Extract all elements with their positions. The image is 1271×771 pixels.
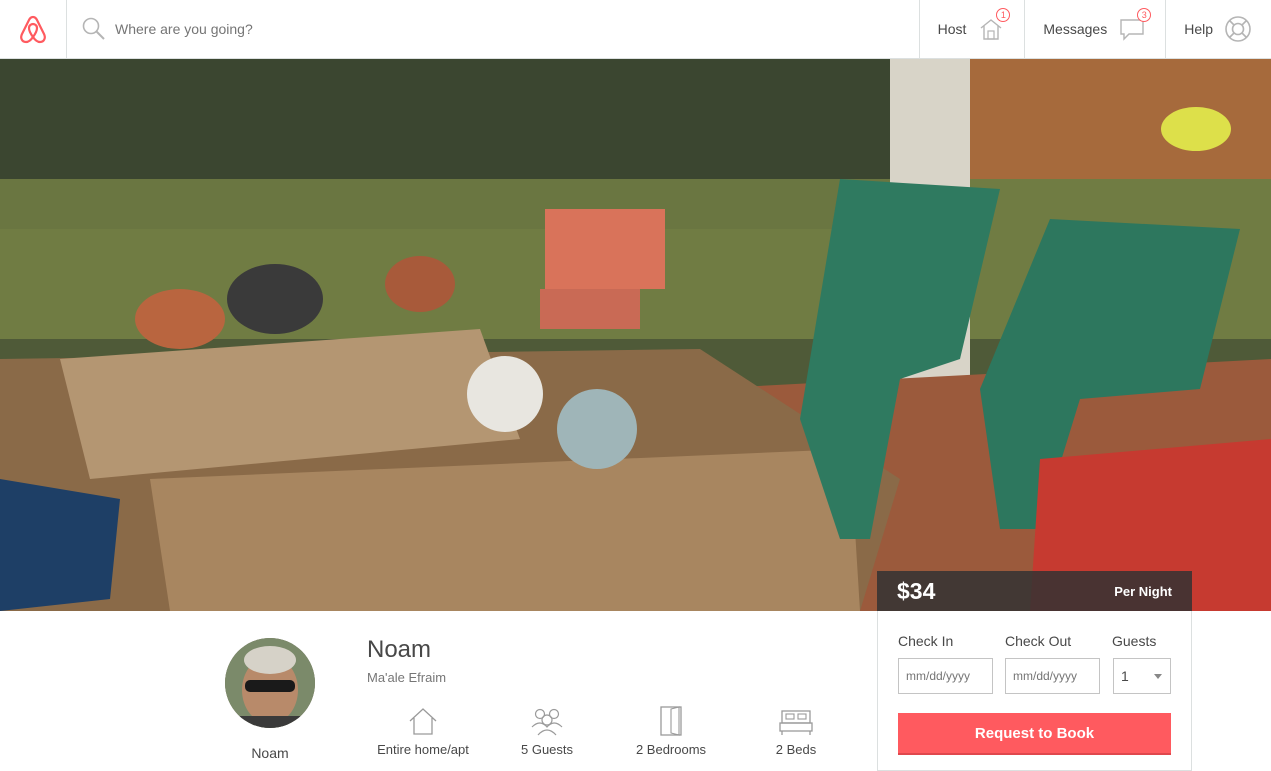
host-label: Host — [937, 21, 967, 37]
help-link[interactable]: Help — [1165, 0, 1271, 58]
bed-icon — [736, 705, 856, 737]
room-type: Entire home/apt — [363, 705, 483, 757]
avatar[interactable] — [225, 638, 315, 728]
search-input[interactable] — [115, 21, 615, 37]
booking-panel: Check In Check Out Guests 1 Request to B… — [877, 611, 1192, 771]
caret-down-icon — [1154, 674, 1162, 679]
bed-count: 2 Beds — [736, 705, 856, 757]
request-to-book-button[interactable]: Request to Book — [898, 713, 1171, 755]
chat-bubble-icon: 3 — [1117, 8, 1152, 44]
messages-notification-badge: 3 — [1137, 8, 1152, 22]
listing-hero-photo[interactable] — [0, 59, 1271, 611]
checkin-input[interactable] — [898, 658, 993, 694]
host-name[interactable]: Noam — [225, 745, 315, 761]
guests-select[interactable]: 1 — [1113, 658, 1171, 694]
messages-link[interactable]: Messages 3 — [1024, 0, 1165, 58]
bedroom-count-label: 2 Bedrooms — [635, 742, 707, 757]
help-label: Help — [1184, 21, 1213, 37]
checkout-label: Check Out — [1005, 633, 1072, 649]
patio-photo — [0, 59, 1271, 611]
price-bar: $34 Per Night — [877, 571, 1192, 611]
checkout-input[interactable] — [1005, 658, 1100, 694]
top-nav: Host 1 Messages 3 Help — [0, 0, 1271, 59]
search-icon — [82, 17, 105, 40]
guests-select-value: 1 — [1121, 668, 1129, 684]
search-bar — [67, 0, 919, 58]
logo-link[interactable] — [0, 0, 67, 58]
per-night-label: Per Night — [1114, 583, 1172, 599]
host-link[interactable]: Host 1 — [918, 0, 1025, 58]
door-icon — [611, 705, 731, 737]
guest-count-label: 5 Guests — [520, 742, 574, 757]
nightly-price: $34 — [897, 577, 936, 604]
guests-icon — [487, 705, 607, 737]
guests-label: Guests — [1112, 633, 1157, 649]
host-notification-badge: 1 — [996, 8, 1011, 22]
lifebuoy-icon — [1223, 14, 1253, 44]
airbnb-logo-icon — [20, 15, 46, 44]
listing-title: Noam — [367, 636, 432, 663]
home-icon — [363, 705, 483, 737]
checkin-label: Check In — [898, 633, 954, 649]
house-icon: 1 — [976, 8, 1011, 44]
listing-location[interactable]: Ma'ale Efraim — [367, 670, 446, 685]
bedroom-count: 2 Bedrooms — [611, 705, 731, 757]
guest-count: 5 Guests — [487, 705, 607, 757]
room-type-label: Entire home/apt — [377, 742, 469, 757]
bed-count-label: 2 Beds — [775, 742, 817, 757]
host-profile[interactable]: Noam — [225, 638, 315, 761]
messages-label: Messages — [1043, 21, 1108, 37]
